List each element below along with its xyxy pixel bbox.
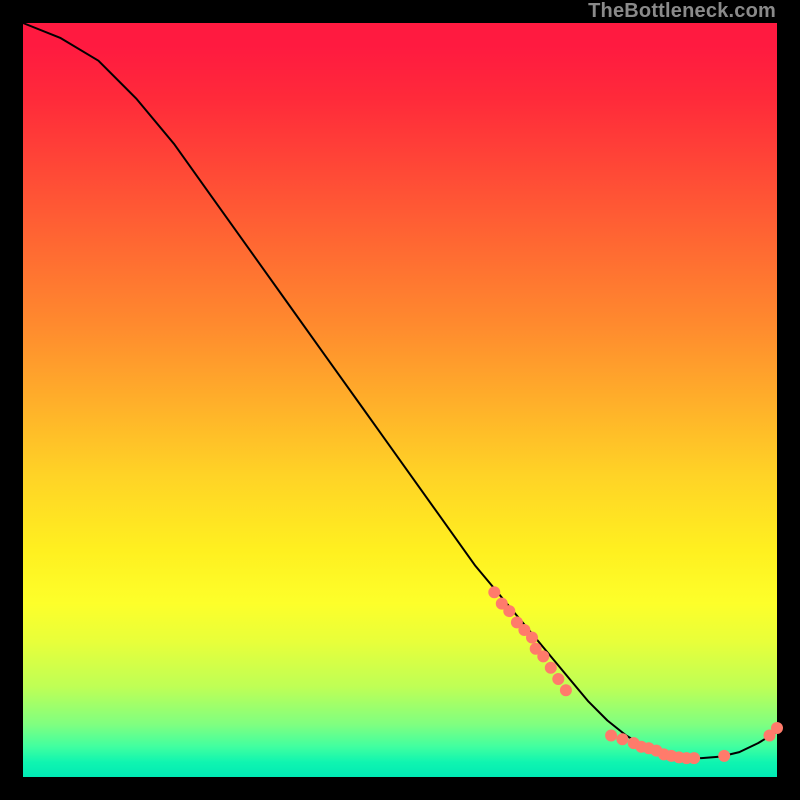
gpu-point (616, 733, 628, 745)
chart-svg (23, 23, 777, 777)
bottleneck-curve (23, 23, 777, 758)
watermark-text: TheBottleneck.com (588, 0, 776, 23)
gpu-markers (488, 586, 783, 764)
gpu-point (605, 730, 617, 742)
gpu-point (545, 662, 557, 674)
gpu-point (503, 605, 515, 617)
gpu-point (718, 750, 730, 762)
gpu-point (560, 684, 572, 696)
chart-frame (23, 23, 777, 777)
gpu-point (488, 586, 500, 598)
gpu-point (537, 650, 549, 662)
gpu-point (688, 752, 700, 764)
gpu-point (552, 673, 564, 685)
gpu-point (526, 632, 538, 644)
gpu-point (771, 722, 783, 734)
